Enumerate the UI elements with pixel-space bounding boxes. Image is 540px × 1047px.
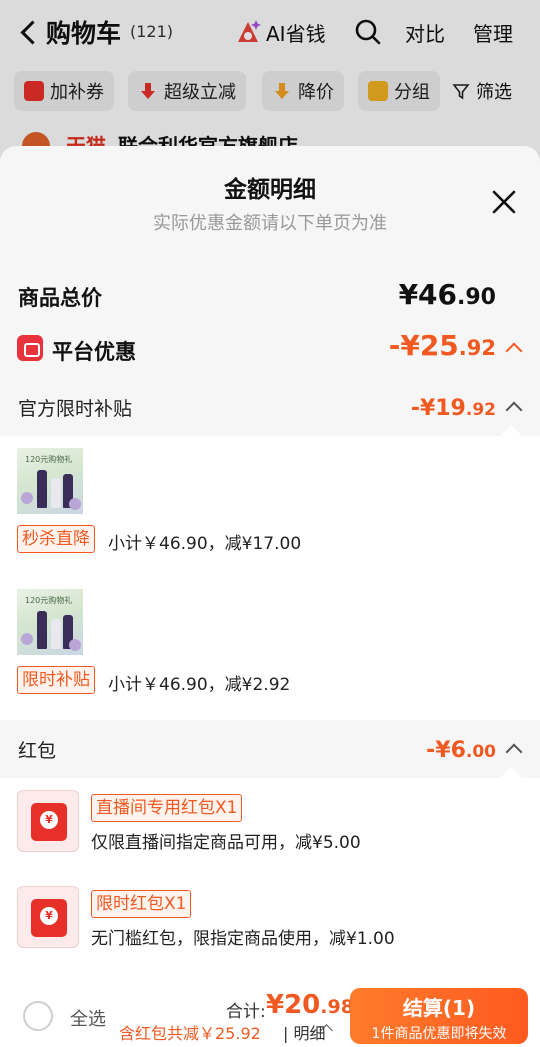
- redpacket-icon: ¥: [17, 886, 79, 948]
- redpacket-label: 红包: [18, 740, 57, 762]
- time-limited-subsidy-tag: 限时补贴: [17, 666, 95, 694]
- subsidy-items-panel: 120元购物礼 秒杀直降 小计￥46.90，减¥17.00 120元购物礼 限时…: [0, 436, 540, 720]
- total-label: 合计:: [226, 1002, 266, 1022]
- total-price-value: ¥46.90: [398, 278, 496, 311]
- chevron-up-icon[interactable]: [505, 342, 523, 360]
- close-icon[interactable]: [490, 188, 518, 216]
- saving-summary: 含红包共减￥25.92: [119, 1024, 261, 1043]
- checkout-button[interactable]: 结算(1) 1件商品优惠即将失效: [350, 988, 528, 1044]
- detail-toggle[interactable]: | 明细: [283, 1020, 325, 1044]
- product-thumbnail[interactable]: 120元购物礼: [17, 448, 83, 514]
- redpacket-row[interactable]: 红包 -¥6.00: [0, 722, 540, 778]
- total-value: ¥20.98: [266, 990, 354, 1020]
- redpacket-desc: 仅限直播间指定商品可用，减¥5.00: [91, 833, 361, 853]
- chevron-up-icon[interactable]: [505, 401, 523, 419]
- product-thumbnail[interactable]: 120元购物礼: [17, 589, 83, 655]
- total-price-label: 商品总价: [18, 286, 102, 310]
- select-all-radio[interactable]: [23, 1001, 53, 1031]
- amount-detail-sheet: 金额明细 实际优惠金额请以下单页为准 商品总价 ¥46.90 平台优惠 -¥25…: [0, 146, 540, 980]
- select-all-label[interactable]: 全选: [70, 1005, 106, 1031]
- sheet-subtitle: 实际优惠金额请以下单页为准: [153, 213, 387, 234]
- redpacket-value: -¥6.00: [426, 738, 496, 763]
- subsidy-value: -¥19.92: [410, 396, 496, 421]
- item-subtotal: 小计￥46.90，减¥17.00: [108, 534, 302, 554]
- redpacket-tag: 直播间专用红包X1: [91, 794, 243, 822]
- subsidy-row[interactable]: 官方限时补贴 -¥19.92: [0, 380, 540, 436]
- flash-sale-tag: 秒杀直降: [17, 525, 95, 553]
- platform-discount-icon: [17, 335, 43, 361]
- redpacket-desc: 无门槛红包，限指定商品使用，减¥1.00: [91, 929, 395, 949]
- item-subtotal: 小计￥46.90，减¥2.92: [108, 675, 291, 695]
- redpacket-panel: ¥ 直播间专用红包X1 仅限直播间指定商品可用，减¥5.00 ¥ 限时红包X1 …: [0, 778, 540, 980]
- sheet-title: 金额明细: [224, 177, 316, 203]
- platform-discount-label: 平台优惠: [52, 340, 136, 364]
- redpacket-tag: 限时红包X1: [91, 890, 192, 918]
- chevron-up-icon[interactable]: [505, 743, 523, 761]
- subsidy-label: 官方限时补贴: [18, 398, 133, 420]
- platform-discount-value[interactable]: -¥25.92: [389, 329, 496, 362]
- redpacket-icon: ¥: [17, 790, 79, 852]
